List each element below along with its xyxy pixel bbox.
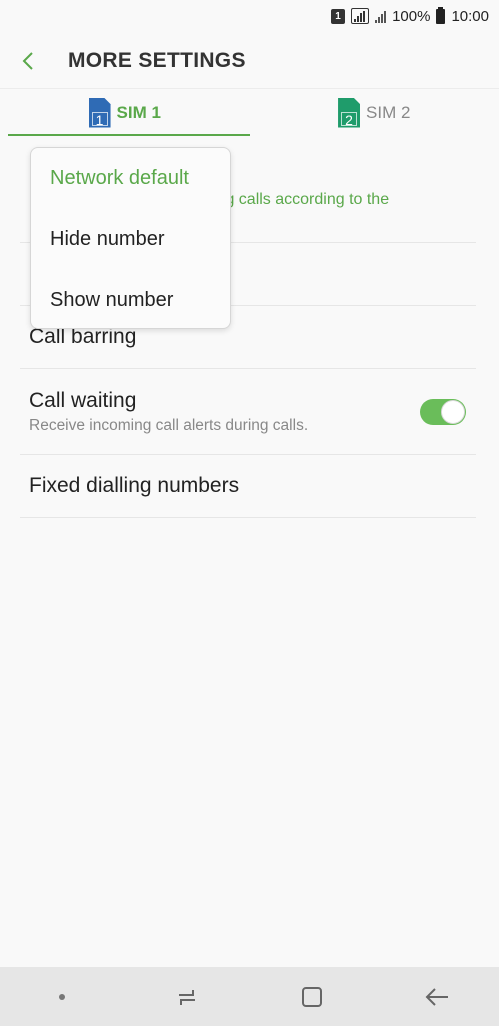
caller-id-popup-menu: Network default Hide number Show number [30,147,231,329]
status-bar: 1 100% 10:00 [0,0,499,32]
call-waiting-subtitle: Receive incoming call alerts during call… [29,417,309,434]
signal-sim2-icon [375,9,387,23]
home-button[interactable] [277,967,347,1026]
popup-option-hide-number[interactable]: Hide number [31,209,230,270]
popup-option-show-number[interactable]: Show number [31,270,230,331]
sim-tabs: 1 SIM 1 2 SIM 2 [0,88,499,136]
nav-dot-button[interactable] [27,967,97,1026]
toggle-knob [441,400,465,424]
dot-icon [59,993,66,1000]
call-waiting-title: Call waiting [29,389,137,412]
popup-option-network-default[interactable]: Network default [31,148,230,209]
recent-apps-icon [179,989,196,1005]
battery-percent: 100% [392,7,431,25]
sim1-card-icon: 1 [88,97,111,128]
tab-sim2[interactable]: 2 SIM 2 [250,89,499,136]
app-header: MORE SETTINGS [0,38,499,84]
back-nav-button[interactable] [402,967,472,1026]
tab-sim1[interactable]: 1 SIM 1 [0,89,250,136]
sim-indicator-icon: 1 [331,8,346,24]
clock: 10:00 [451,7,489,25]
home-icon [301,986,322,1007]
call-waiting-toggle[interactable] [420,399,466,425]
caller-id-subtitle: ing calls according to the [213,191,390,208]
fixed-dialling-row[interactable]: Fixed dialling numbers [20,455,476,518]
back-button[interactable] [0,38,56,84]
page-title: MORE SETTINGS [68,49,246,72]
chevron-left-icon [22,52,33,70]
sim2-card-icon: 2 [338,97,361,128]
call-waiting-row[interactable]: Call waiting Receive incoming call alert… [20,369,476,455]
battery-icon [436,6,446,24]
tab-sim1-label: SIM 1 [116,102,161,122]
back-arrow-icon [425,987,448,1006]
recent-apps-button[interactable] [152,967,222,1026]
signal-sim1-icon [351,8,370,24]
system-nav-bar [0,967,499,1026]
tab-sim2-label: SIM 2 [366,102,411,122]
fixed-dialling-title: Fixed dialling numbers [29,474,240,497]
